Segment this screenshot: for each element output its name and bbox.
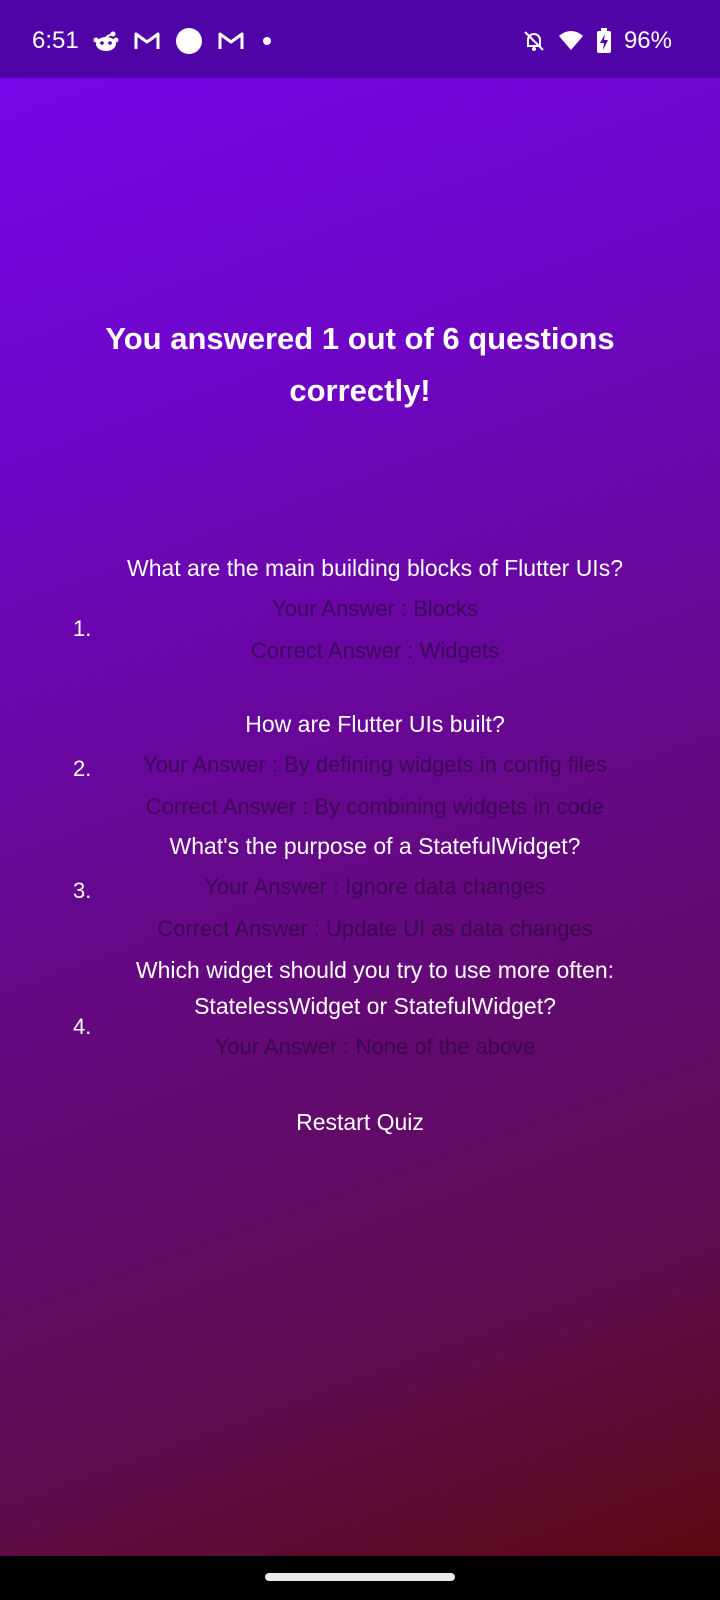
result-number: 3. bbox=[73, 878, 92, 903]
result-text: What's the purpose of a StatefulWidget? … bbox=[100, 828, 650, 944]
result-number: 1. bbox=[73, 616, 92, 641]
gmail-icon bbox=[133, 30, 161, 52]
battery-charging-icon bbox=[596, 28, 612, 54]
status-time: 6:51 bbox=[32, 27, 79, 54]
result-correct-answer: Correct Answer : By combining widgets in… bbox=[145, 794, 605, 819]
result-your-answer: Your Answer : Ignore data changes bbox=[204, 874, 546, 899]
result-your-answer: Your Answer : None of the above bbox=[214, 1034, 536, 1059]
result-question: What are the main building blocks of Flu… bbox=[126, 555, 623, 581]
status-bar: 6:51 96% bbox=[0, 0, 720, 78]
circle-icon bbox=[175, 27, 203, 55]
result-your-answer: Your Answer : Blocks bbox=[272, 596, 478, 621]
battery-percent: 96% bbox=[623, 27, 672, 54]
status-left: 6:51 bbox=[32, 24, 275, 58]
wifi-icon bbox=[558, 30, 584, 52]
result-question: What's the purpose of a StatefulWidget? bbox=[169, 833, 581, 859]
result-correct-answer: Correct Answer : Update UI as data chang… bbox=[157, 916, 593, 941]
result-question: How are Flutter UIs built? bbox=[245, 711, 505, 737]
result-text: How are Flutter UIs built? Your Answer :… bbox=[100, 706, 650, 822]
reddit-icon bbox=[93, 30, 119, 52]
restart-quiz-button[interactable]: Restart Quiz bbox=[260, 1100, 460, 1144]
result-text: Which widget should you try to use more … bbox=[100, 952, 650, 1062]
gmail-icon bbox=[217, 30, 245, 52]
status-right: 96% bbox=[522, 24, 672, 58]
summary-title: You answered 1 out of 6 questions correc… bbox=[105, 321, 615, 408]
notifications-off-icon bbox=[522, 29, 546, 53]
result-your-answer: Your Answer : By defining widgets in con… bbox=[143, 752, 607, 777]
home-handle[interactable] bbox=[265, 1573, 455, 1581]
result-number: 4. bbox=[73, 1014, 92, 1039]
result-number: 2. bbox=[73, 756, 92, 781]
result-correct-answer: Correct Answer : Widgets bbox=[250, 638, 500, 663]
result-text: What are the main building blocks of Flu… bbox=[100, 550, 650, 666]
dot-icon bbox=[259, 33, 275, 49]
navigation-bar bbox=[0, 1556, 720, 1600]
result-question: Which widget should you try to use more … bbox=[135, 957, 615, 1019]
